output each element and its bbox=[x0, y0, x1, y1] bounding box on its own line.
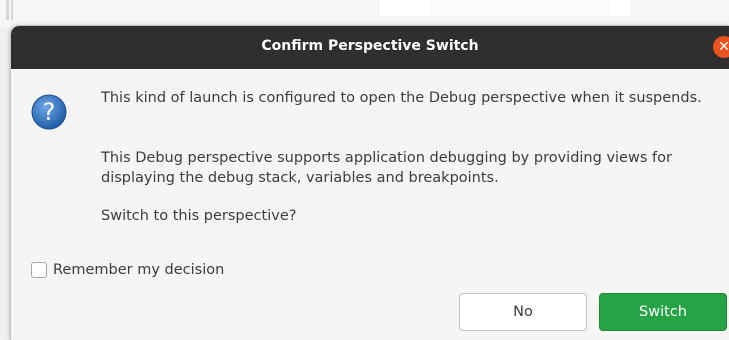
background-divider bbox=[6, 0, 9, 20]
dialog-message-launch: This kind of launch is configured to ope… bbox=[101, 90, 702, 106]
remember-decision-checkbox[interactable] bbox=[31, 262, 47, 278]
remember-decision-option[interactable]: Remember my decision bbox=[31, 262, 224, 278]
no-button[interactable]: No bbox=[459, 293, 587, 331]
confirm-perspective-switch-dialog: Confirm Perspective Switch ✕ ? This kind… bbox=[11, 26, 729, 340]
dialog-titlebar[interactable]: Confirm Perspective Switch ✕ bbox=[11, 26, 729, 69]
remember-decision-label: Remember my decision bbox=[53, 262, 225, 278]
dialog-message-description: This Debug perspective supports applicat… bbox=[101, 150, 672, 186]
question-icon: ? bbox=[31, 94, 67, 130]
close-icon: ✕ bbox=[718, 39, 729, 55]
close-button[interactable]: ✕ bbox=[713, 36, 729, 58]
background-window bbox=[0, 0, 729, 28]
background-divider bbox=[11, 0, 13, 20]
background-panel bbox=[430, 0, 610, 16]
dialog-message-question: Switch to this perspective? bbox=[101, 208, 297, 224]
dialog-title: Confirm Perspective Switch bbox=[261, 38, 479, 54]
switch-button[interactable]: Switch bbox=[599, 293, 727, 331]
svg-text:?: ? bbox=[43, 98, 56, 126]
